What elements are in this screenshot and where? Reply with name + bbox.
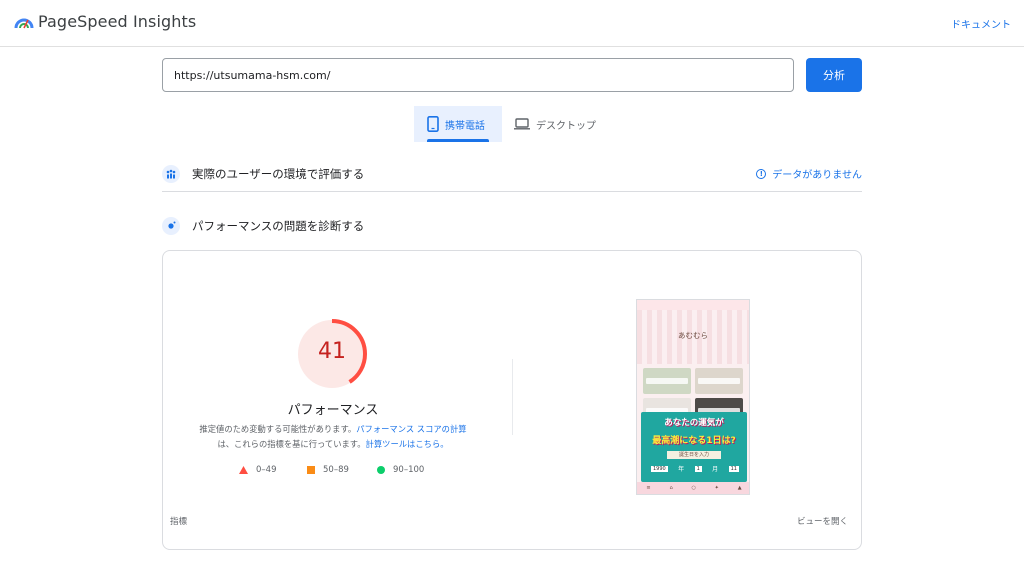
- banner-line1: あなたの運気が: [664, 418, 724, 428]
- app-title: PageSpeed Insights: [38, 12, 197, 31]
- tab-mobile-label: 携帯電話: [445, 120, 485, 132]
- legend-fail: 0–49: [239, 465, 276, 475]
- month-unit: 月: [712, 466, 719, 473]
- legend-average-label: 50–89: [323, 465, 349, 475]
- banner-date-row: 1990 年 1 月 11: [651, 464, 739, 473]
- year-unit: 年: [678, 466, 685, 473]
- desc-text-1: 推定値のため変動する可能性があります。: [199, 424, 357, 434]
- month-value: 1: [694, 465, 702, 472]
- screenshot-header-strip: [637, 300, 749, 310]
- screenshot-bottom-nav: ≡ ⌂ ○ ✦ ▲: [637, 482, 749, 494]
- screenshot-hero: あむむら: [637, 310, 749, 364]
- circle-icon: [377, 466, 385, 474]
- view-treemap-link[interactable]: ビューを開く: [797, 515, 848, 527]
- page-screenshot-thumbnail: あむむら あなたの運気が 最高潮になる1日は? 誕生日を入力 1990 年 1 …: [636, 299, 750, 495]
- screenshot-tile: [695, 368, 743, 394]
- metrics-label: 指標: [170, 517, 188, 527]
- star-icon: ✦: [714, 485, 719, 491]
- screenshot-tile: [643, 368, 691, 394]
- info-icon: !: [756, 168, 767, 179]
- performance-label: パフォーマンス: [287, 403, 379, 418]
- lab-data-section: パフォーマンスの問題を診断する: [162, 212, 862, 240]
- lab-data-title: パフォーマンスの問題を診断する: [192, 219, 365, 233]
- top-bar: PageSpeed Insights ドキュメント: [0, 0, 1024, 47]
- field-data-title: 実際のユーザーの環境で評価する: [192, 166, 365, 181]
- laptop-icon: [514, 118, 530, 130]
- analyze-button[interactable]: 分析: [806, 58, 862, 92]
- field-data-section: 実際のユーザーの環境で評価する ! データがありません: [162, 156, 862, 192]
- tab-active-indicator: [427, 139, 489, 142]
- performance-description: 推定値のため変動する可能性があります。パフォーマンス スコアの計算 は、これらの…: [183, 422, 483, 452]
- phone-icon: [427, 116, 439, 132]
- calculator-link[interactable]: 計算ツールはこちら。: [366, 439, 449, 449]
- screenshot-site-name: あむむら: [678, 331, 708, 340]
- url-input[interactable]: [162, 58, 794, 92]
- desc-text-2: は、これらの指標を基に行っています。: [217, 439, 366, 449]
- menu-icon: ≡: [646, 485, 651, 491]
- banner-birth-label: 誕生日を入力: [667, 451, 721, 459]
- users-icon: [162, 164, 180, 183]
- legend-pass-label: 90–100: [393, 465, 425, 475]
- screenshot-banner: あなたの運気が 最高潮になる1日は? 誕生日を入力 1990 年 1 月 11: [641, 412, 747, 482]
- performance-score: 41: [318, 339, 346, 364]
- card-divider: [512, 359, 513, 435]
- search-icon: ○: [691, 485, 696, 491]
- year-value: 1990: [651, 465, 668, 472]
- docs-link[interactable]: ドキュメント: [951, 16, 1011, 31]
- score-calc-link[interactable]: パフォーマンス スコアの計算: [356, 424, 466, 434]
- legend-pass: 90–100: [377, 465, 424, 475]
- square-icon: [307, 466, 315, 474]
- tab-desktop[interactable]: デスクトップ: [514, 106, 614, 142]
- home-icon: ⌂: [669, 485, 673, 491]
- no-data-status[interactable]: ! データがありません: [756, 166, 862, 181]
- tab-mobile[interactable]: 携帯電話: [414, 106, 502, 142]
- triangle-icon: [239, 466, 248, 474]
- performance-report-card: 41 パフォーマンス 推定値のため変動する可能性があります。パフォーマンス スコ…: [162, 250, 862, 550]
- lab-flask-icon: [162, 217, 180, 235]
- legend-average: 50–89: [307, 465, 349, 475]
- legend-fail-label: 0–49: [256, 465, 277, 475]
- no-data-label: データがありません: [772, 170, 862, 181]
- day-value: 11: [728, 465, 739, 472]
- pagespeed-logo-icon: [14, 18, 34, 29]
- up-icon: ▲: [737, 485, 742, 491]
- banner-line2: 最高潮になる1日は?: [652, 436, 736, 446]
- tab-desktop-label: デスクトップ: [536, 120, 596, 132]
